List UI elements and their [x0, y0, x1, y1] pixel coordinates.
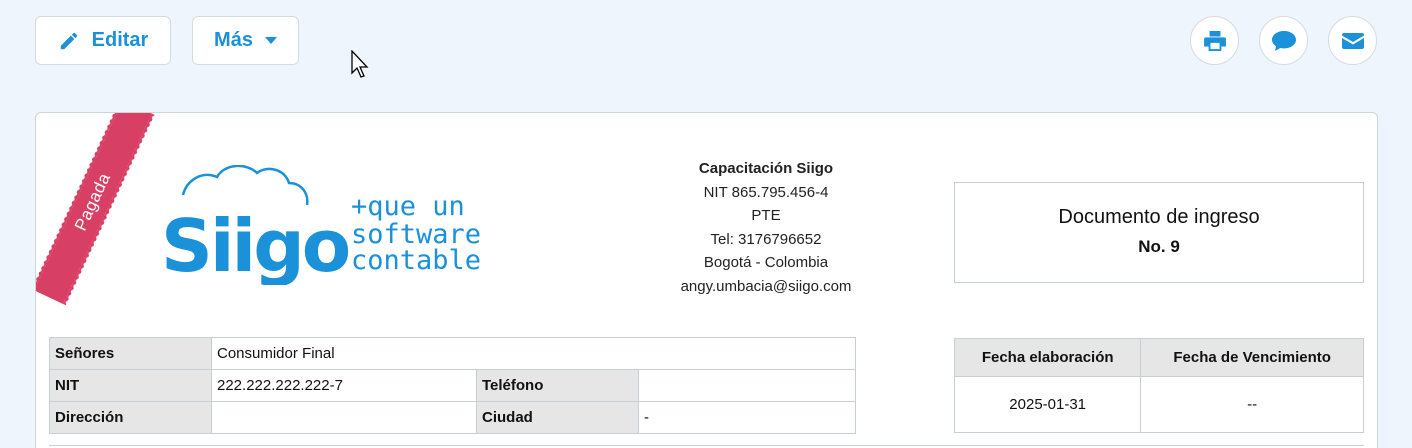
divider [49, 445, 1364, 446]
nit-label: NIT [49, 369, 212, 402]
invoice-document: Pagada Siigo +que un software contable C… [35, 112, 1378, 448]
company-email: angy.umbacia@siigo.com [680, 277, 852, 295]
company-nit: NIT 865.795.456-4 [703, 183, 829, 201]
svg-text:+que un: +que un [351, 191, 465, 222]
svg-text:contable: contable [351, 245, 481, 276]
printer-icon [1203, 30, 1226, 51]
envelope-icon [1341, 32, 1364, 49]
document-title-box: Documento de ingreso No. 9 [954, 182, 1364, 283]
fecha-elaboracion-header: Fecha elaboración [953, 338, 1142, 377]
svg-text:Siigo: Siigo [161, 204, 349, 285]
direccion-value [211, 401, 477, 434]
senores-value: Consumidor Final [211, 337, 856, 370]
company-info: Capacitación Siigo NIT 865.795.456-4 PTE… [646, 157, 886, 298]
fecha-vencimiento-value: -- [1140, 376, 1364, 433]
fecha-elaboracion-value: 2025-01-31 [953, 376, 1142, 433]
document-title: Documento de ingreso [1058, 206, 1260, 228]
fecha-vencimiento-header: Fecha de Vencimiento [1140, 338, 1364, 377]
siigo-logo: Siigo +que un software contable [161, 165, 481, 285]
comment-button[interactable] [1259, 16, 1308, 65]
status-ribbon: Pagada [36, 113, 155, 306]
company-city: Bogotá - Colombia [703, 254, 829, 271]
print-button[interactable] [1190, 16, 1239, 65]
caret-down-icon [264, 36, 277, 44]
telefono-value [638, 369, 856, 402]
edit-button-label: Editar [91, 29, 149, 51]
dates-table: Fecha elaboración Fecha de Vencimiento 2… [953, 338, 1364, 433]
senores-label: Señores [49, 337, 212, 370]
more-button-label: Más [214, 29, 253, 51]
pencil-icon [60, 32, 77, 49]
comment-icon [1271, 30, 1296, 51]
ciudad-label: Ciudad [476, 401, 639, 434]
edit-button[interactable]: Editar [35, 16, 171, 65]
nit-value: 222.222.222.222-7 [211, 369, 477, 402]
company-name: Capacitación Siigo [698, 160, 834, 177]
mouse-cursor-icon [351, 50, 369, 78]
client-info-table: Señores Consumidor Final NIT 222.222.222… [49, 337, 856, 434]
company-phone: Tel: 3176796652 [710, 230, 822, 248]
more-button[interactable]: Más [192, 16, 299, 65]
company-branch: PTE [751, 207, 781, 224]
direccion-label: Dirección [49, 401, 212, 434]
email-button[interactable] [1328, 16, 1377, 65]
document-number: No. 9 [1138, 237, 1180, 256]
telefono-label: Teléfono [476, 369, 639, 402]
ciudad-value: - [638, 401, 856, 434]
